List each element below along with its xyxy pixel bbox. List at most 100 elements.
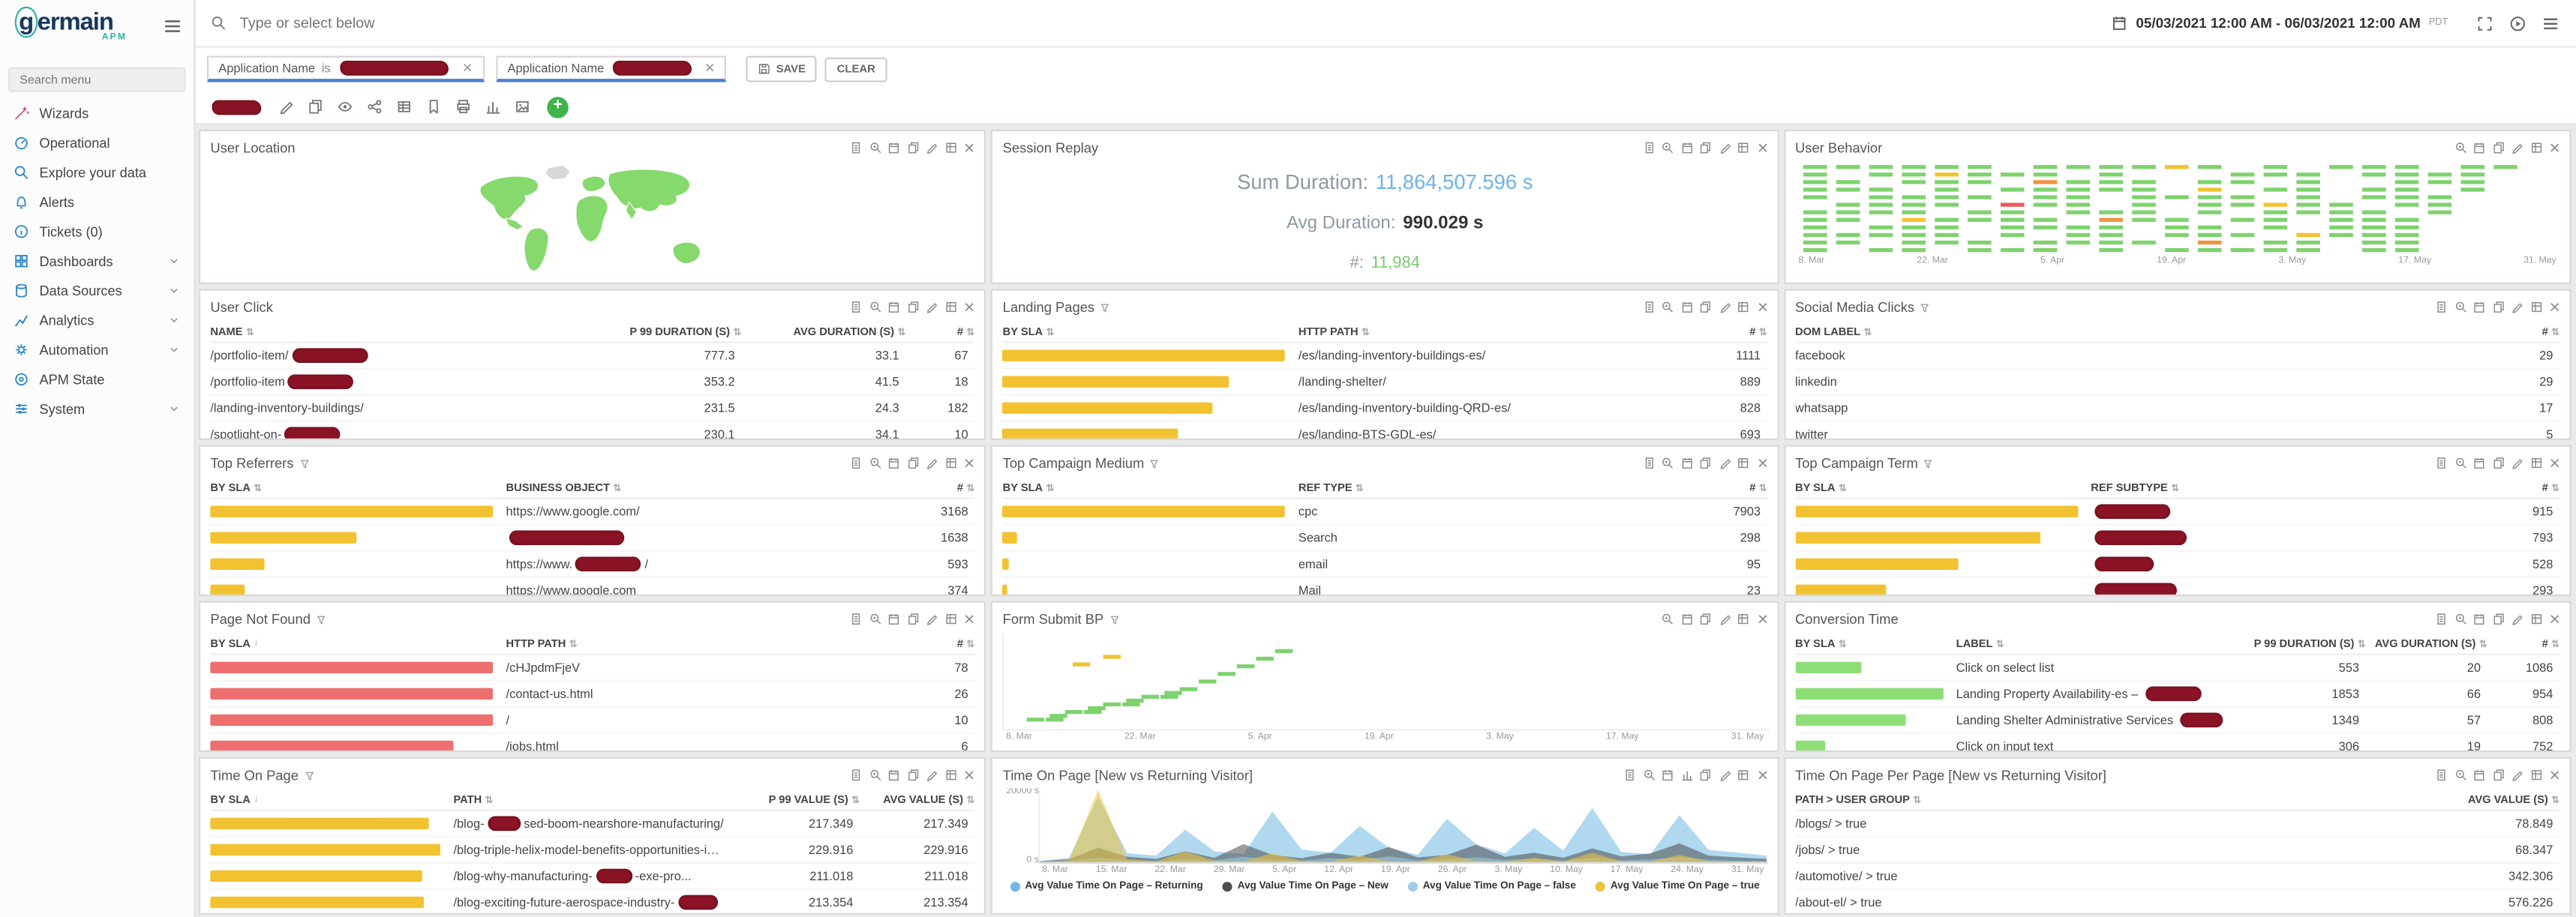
table-row[interactable]: facebook 29 [1795,343,2559,370]
sort-icon[interactable]: ⇅ [2479,638,2487,649]
sort-icon[interactable]: ⇅ [613,482,621,493]
layout-icon[interactable] [2529,141,2543,154]
zoom-icon[interactable] [2454,769,2467,782]
zoom-icon[interactable] [2454,301,2467,314]
close-icon[interactable] [2548,141,2562,154]
close-icon[interactable] [2548,301,2562,314]
copy-icon[interactable] [907,613,920,626]
table-row[interactable]: email 95 [1003,552,1767,578]
layout-icon[interactable] [944,301,958,314]
layout-icon[interactable] [1737,141,1750,154]
table-row[interactable]: /blog-triple-helix-model-benefits-opport… [210,838,974,864]
calendar-icon[interactable] [1680,613,1694,626]
edit-icon[interactable] [2510,613,2523,626]
table-row[interactable]: 915 [1795,499,2559,526]
chevron-down-icon[interactable] [167,343,181,357]
sort-icon[interactable]: ⇅ [966,326,974,337]
export-icon[interactable] [2435,613,2448,626]
calendar-icon[interactable] [2472,769,2486,782]
close-icon[interactable] [963,457,977,470]
edit-icon[interactable] [1718,141,1731,154]
export-icon[interactable] [1623,769,1637,782]
edit-icon[interactable] [926,141,939,154]
zoom-icon[interactable] [1662,613,1675,626]
sort-icon[interactable]: ⇅ [1996,638,2004,649]
edit-icon[interactable] [2510,301,2523,314]
edit-icon[interactable] [2510,769,2523,782]
close-icon[interactable] [2548,769,2562,782]
edit-icon[interactable] [1718,769,1731,782]
table-row[interactable]: cpc 7903 [1003,499,1767,526]
table-row[interactable]: /es/landing-inventory-buildings-es/ 1111 [1003,343,1767,370]
menu-icon[interactable] [2541,14,2559,32]
barchart-icon[interactable] [1680,769,1694,782]
sort-icon[interactable]: ⇅ [569,638,578,649]
table-row[interactable]: /portfolio-item/ 777.3 33.1 67 [210,343,974,370]
table-row[interactable]: twitter 5 [1795,422,2559,439]
filter-chip[interactable]: Application Name ✕ [496,55,727,82]
filter-icon[interactable] [303,769,314,781]
zoom-icon[interactable] [1662,457,1675,470]
table-row[interactable]: /spotlight-on- 230.1 34.1 10 [210,422,974,439]
zoom-icon[interactable] [2454,613,2467,626]
table-icon[interactable] [396,98,413,115]
legend-item[interactable]: Avg Value Time On Page – Returning [1010,880,1203,892]
barchart-icon[interactable] [485,98,501,115]
sum-duration-value[interactable]: 11,864,507.596 s [1376,170,1533,193]
sidebar-item-alerts[interactable]: Alerts [0,187,194,217]
sort-icon[interactable]: ↓ [254,795,259,805]
table-row[interactable]: /es/landing-BTS-GDL-es/ 693 [1003,422,1767,439]
layout-icon[interactable] [1737,457,1750,470]
table-row[interactable]: /jobs.html 6 [210,734,974,751]
table-row[interactable]: linkedin 29 [1795,370,2559,396]
sort-icon[interactable]: ⇅ [1356,482,1364,493]
calendar-icon[interactable] [1662,769,1675,782]
copy-icon[interactable] [2491,769,2505,782]
chevron-down-icon[interactable] [167,403,181,416]
sort-icon[interactable]: ⇅ [1362,326,1370,337]
table-row[interactable]: /blog-why-manufacturing--exe-pro... 211.… [210,864,974,890]
chip-close-icon[interactable]: ✕ [704,61,716,76]
copy-icon[interactable] [907,141,920,154]
count-value[interactable]: 11,984 [1371,253,1420,271]
chevron-down-icon[interactable] [167,313,181,327]
table-row[interactable]: /portfolio-item 353.2 41.5 18 [210,370,974,396]
calendar-icon[interactable] [2472,613,2486,626]
edit-icon[interactable] [926,457,939,470]
copy-icon[interactable] [1699,141,1713,154]
table-row[interactable]: 528 [1795,552,2559,578]
calendar-icon[interactable] [2472,457,2486,470]
sort-icon[interactable]: ⇅ [1046,482,1055,493]
export-icon[interactable] [850,141,863,154]
sort-icon[interactable]: ⇅ [897,326,905,337]
sidebar-item-dashboards[interactable]: Dashboards [0,247,194,276]
clear-button[interactable]: CLEAR [825,57,887,82]
add-widget-button[interactable]: + [547,96,568,117]
sort-icon[interactable]: ⇅ [2551,638,2559,649]
table-row[interactable]: 1638 [210,526,974,552]
sidebar-item-system[interactable]: System [0,394,194,424]
table-row[interactable]: whatsapp 17 [1795,396,2559,422]
legend-item[interactable]: Avg Value Time On Page – New [1223,880,1389,892]
layout-icon[interactable] [944,457,958,470]
zoom-icon[interactable] [869,769,882,782]
close-icon[interactable] [1755,301,1769,314]
zoom-icon[interactable] [1662,141,1675,154]
edit-icon[interactable] [2510,141,2523,154]
zoom-icon[interactable] [2454,457,2467,470]
sort-icon[interactable]: ⇅ [1863,326,1872,337]
sort-icon[interactable]: ⇅ [254,482,262,493]
calendar-icon[interactable] [887,769,901,782]
table-row[interactable]: Landing Property Availability-es – 1853 … [1795,682,2559,708]
chevron-down-icon[interactable] [167,284,181,298]
copy-icon[interactable] [1699,769,1713,782]
zoom-icon[interactable] [1642,769,1656,782]
calendar-icon[interactable] [2472,141,2486,154]
edit-icon[interactable] [1718,301,1731,314]
copy-icon[interactable] [308,98,324,115]
table-row[interactable]: Click on select list 553 20 1086 [1795,655,2559,682]
edit-icon[interactable] [926,769,939,782]
table-row[interactable]: Mail 23 [1003,578,1767,595]
zoom-icon[interactable] [2454,141,2467,154]
export-icon[interactable] [2435,769,2448,782]
